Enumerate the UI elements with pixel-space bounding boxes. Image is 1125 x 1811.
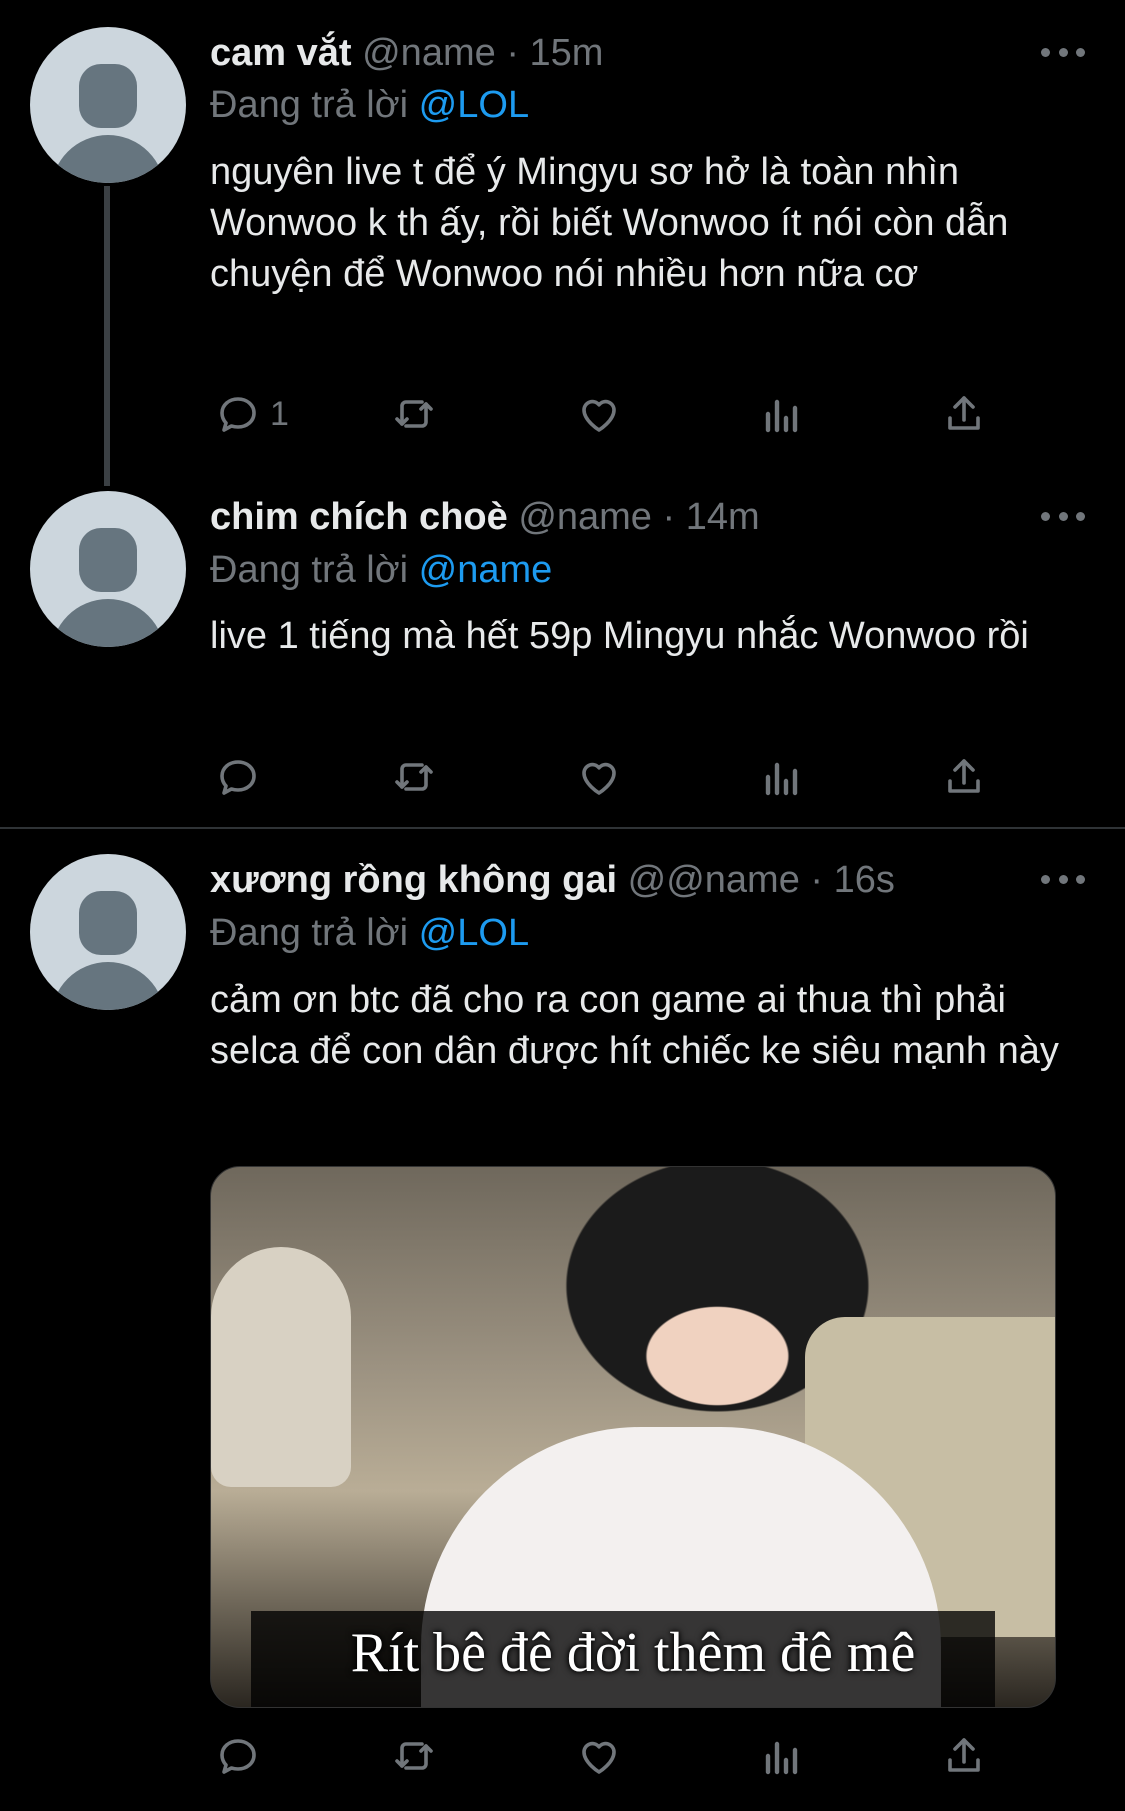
like-button[interactable] [575, 389, 623, 439]
views-icon [765, 399, 798, 433]
display-name[interactable]: xương rồng không gai [210, 859, 617, 901]
views-button[interactable] [758, 752, 806, 802]
retweet-icon [395, 400, 433, 428]
display-name[interactable]: chim chích choè [210, 496, 508, 538]
reply-button[interactable] [214, 1731, 270, 1781]
tweet-header: xương rồng không gai @@name · 16s [210, 859, 895, 901]
more-icon[interactable] [1041, 506, 1085, 526]
replying-to: Đang trả lời @LOL [210, 84, 530, 126]
views-button[interactable] [758, 1731, 806, 1781]
thread-connector-line [104, 186, 110, 486]
mention-link[interactable]: @LOL [419, 912, 529, 954]
reply-count: 1 [270, 394, 289, 433]
tweet-text: nguyên live t để ý Mingyu sơ hở là toàn … [210, 151, 1009, 295]
mention-link[interactable]: @LOL [419, 84, 529, 126]
user-handle[interactable]: @name [362, 32, 496, 74]
reply-icon [220, 1739, 256, 1774]
more-icon[interactable] [1041, 42, 1085, 62]
share-button[interactable] [940, 1731, 988, 1781]
avatar[interactable] [30, 27, 186, 183]
replying-to: Đang trả lời @LOL [210, 912, 530, 954]
tweet-divider [0, 827, 1125, 829]
like-button[interactable] [575, 1731, 623, 1781]
like-button[interactable] [575, 752, 623, 802]
tweet-text: cảm ơn btc đã cho ra con game ai thua th… [210, 979, 1059, 1072]
retweet-button[interactable] [390, 752, 438, 802]
display-name[interactable]: cam vắt [210, 32, 352, 74]
heart-icon [582, 399, 616, 432]
avatar[interactable] [30, 854, 186, 1010]
mention-link[interactable]: @name [419, 549, 553, 591]
user-handle[interactable]: @name [518, 496, 652, 538]
views-icon [765, 762, 798, 796]
share-button[interactable] [940, 752, 988, 802]
reply-icon [220, 760, 256, 795]
user-handle[interactable]: @@name [628, 859, 800, 901]
tweet-header: cam vắt @name · 15m [210, 32, 604, 74]
share-button[interactable] [940, 389, 988, 439]
share-icon [948, 396, 980, 430]
replying-to: Đang trả lời @name [210, 549, 553, 591]
heart-icon [582, 1741, 616, 1774]
heart-icon [582, 762, 616, 795]
reply-icon [220, 397, 256, 432]
tweet-media-image[interactable]: Rít bê đê đời thêm đê mê [210, 1166, 1056, 1708]
retweet-icon [395, 1742, 433, 1770]
timestamp[interactable]: 15m [530, 32, 604, 74]
reply-button[interactable]: 1 [214, 389, 289, 439]
timestamp[interactable]: 16s [834, 859, 895, 901]
retweet-button[interactable] [390, 389, 438, 439]
action-bar [210, 752, 1000, 802]
retweet-icon [395, 763, 433, 791]
action-bar [210, 1731, 1000, 1781]
share-icon [948, 1738, 980, 1772]
views-button[interactable] [758, 389, 806, 439]
share-icon [948, 759, 980, 793]
tweet-header: chim chích choè @name · 14m [210, 496, 760, 538]
tweet-text: live 1 tiếng mà hết 59p Mingyu nhắc Wonw… [210, 615, 1029, 657]
action-bar: 1 [210, 389, 1000, 439]
avatar[interactable] [30, 491, 186, 647]
retweet-button[interactable] [390, 1731, 438, 1781]
media-caption: Rít bê đê đời thêm đê mê [350, 1622, 916, 1684]
more-icon[interactable] [1041, 869, 1085, 889]
timestamp[interactable]: 14m [686, 496, 760, 538]
views-icon [765, 1741, 798, 1775]
reply-button[interactable] [214, 752, 270, 802]
